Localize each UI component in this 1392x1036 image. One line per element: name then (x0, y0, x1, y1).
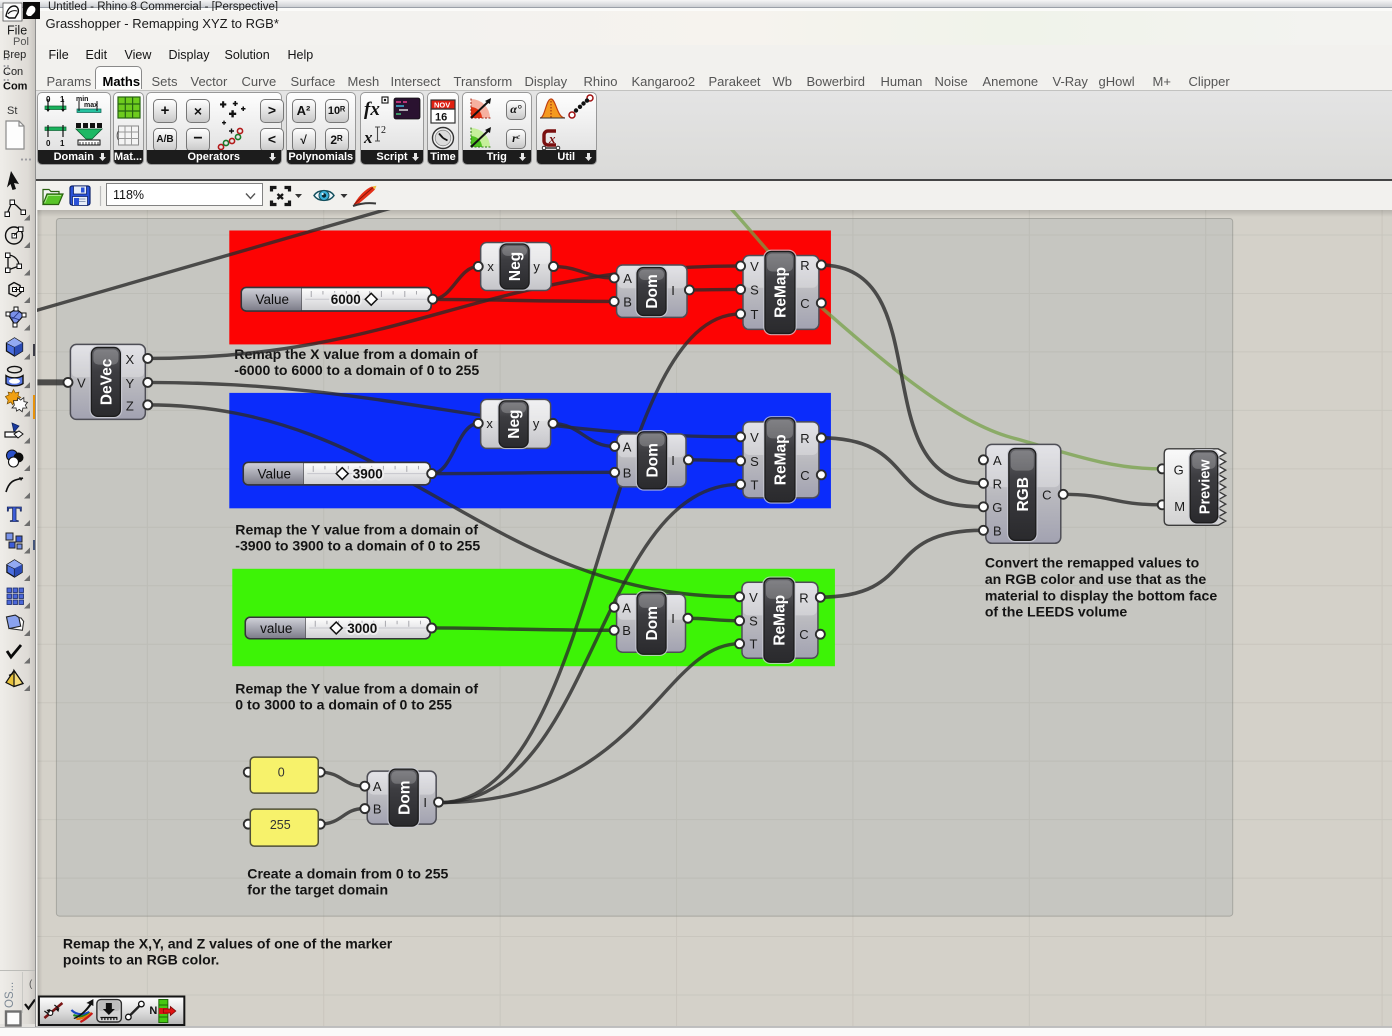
svg-text:I: I (671, 452, 675, 467)
svg-text:B: B (622, 623, 631, 638)
svg-text:-3900 to 3900 to a domain of 0: -3900 to 3900 to a domain of 0 to 255 (235, 537, 480, 553)
svg-text:Value: Value (256, 292, 289, 307)
svg-text:Remap the X,Y, and Z values of: Remap the X,Y, and Z values of one of th… (63, 935, 393, 951)
svg-text:Dom: Dom (644, 274, 661, 308)
svg-text:C: C (800, 295, 809, 310)
svg-text:C: C (1042, 487, 1051, 502)
svg-text:ReMap: ReMap (773, 434, 790, 485)
svg-text:A: A (623, 270, 632, 285)
svg-text:x: x (487, 258, 494, 273)
svg-text:Neg: Neg (507, 251, 524, 280)
svg-text:V: V (749, 589, 758, 604)
svg-text:fx: fx (364, 99, 380, 120)
svg-text:Con: Con (3, 66, 23, 78)
svg-text:V: V (750, 258, 759, 273)
svg-text:I: I (423, 795, 427, 810)
svg-text:1: 1 (60, 139, 65, 148)
svg-text:Preview: Preview (1197, 458, 1213, 513)
svg-text:255: 255 (270, 818, 291, 832)
svg-text:V: V (750, 429, 759, 444)
svg-text:T: T (751, 306, 759, 321)
svg-text:Remap the Y value from a domai: Remap the Y value from a domain of (235, 680, 478, 696)
svg-text:Brep: Brep (3, 49, 26, 61)
svg-text:Remap the Y value from a domai: Remap the Y value from a domain of (235, 521, 478, 537)
svg-text:6000: 6000 (331, 292, 361, 307)
svg-text:T: T (751, 477, 759, 492)
svg-text:(: ( (29, 979, 33, 990)
svg-text:C: C (799, 627, 808, 642)
svg-text:A: A (622, 600, 631, 615)
svg-text:I: I (671, 611, 675, 626)
svg-text:material to display the bottom: material to display the bottom face (985, 587, 1218, 603)
svg-text:R: R (800, 430, 809, 445)
svg-text:Dom: Dom (644, 606, 661, 640)
svg-text:B: B (623, 465, 632, 480)
svg-text:T: T (7, 502, 22, 527)
svg-text:16: 16 (435, 112, 447, 124)
svg-text:points to an RGB color.: points to an RGB color. (63, 951, 219, 967)
svg-text:G: G (992, 499, 1002, 514)
svg-text:3900: 3900 (353, 466, 383, 481)
svg-text:A: A (373, 779, 382, 794)
svg-text:Convert the remapped values to: Convert the remapped values to (985, 554, 1200, 570)
svg-text:R: R (993, 476, 1002, 491)
svg-text:G: G (1174, 462, 1184, 477)
svg-text:Remap the X value from a domai: Remap the X value from a domain of (234, 345, 478, 361)
svg-text:an RGB color and use that as t: an RGB color and use that as the (985, 570, 1207, 586)
svg-text:S: S (749, 613, 758, 628)
svg-text:RGB: RGB (1015, 477, 1032, 511)
svg-text:2: 2 (381, 125, 386, 136)
svg-text:R: R (799, 590, 808, 605)
svg-text:0: 0 (46, 139, 51, 148)
svg-text:Pol: Pol (13, 36, 29, 48)
svg-text:S: S (750, 453, 759, 468)
svg-text:DeVec: DeVec (98, 358, 115, 405)
svg-text:3000: 3000 (347, 620, 377, 635)
svg-text:x: x (486, 415, 493, 430)
svg-text:ReMap: ReMap (773, 267, 790, 318)
svg-text:B: B (993, 523, 1002, 538)
svg-text:Dom: Dom (645, 443, 662, 477)
svg-text:value: value (260, 620, 292, 635)
svg-text:OS...: OS... (4, 982, 16, 1008)
svg-text:Neg: Neg (506, 409, 523, 438)
svg-text:T: T (750, 636, 758, 651)
svg-text:S: S (750, 282, 759, 297)
svg-text:X: X (126, 351, 135, 366)
svg-text:Com: Com (3, 81, 28, 93)
svg-text:C: C (800, 467, 809, 482)
svg-text:M: M (1174, 498, 1185, 513)
svg-text:B: B (373, 801, 382, 816)
svg-text:0 to 3000 to a domain of 0 to: 0 to 3000 to a domain of 0 to 255 (235, 696, 452, 712)
svg-text:I: I (671, 282, 675, 297)
svg-text:0: 0 (278, 765, 285, 779)
svg-text:V: V (77, 375, 86, 390)
svg-text:ReMap: ReMap (772, 594, 789, 645)
svg-text:Create a domain from 0 to 255: Create a domain from 0 to 255 (247, 865, 448, 881)
svg-text:max: max (84, 102, 98, 109)
svg-text:of the LEEDS volume: of the LEEDS volume (985, 603, 1128, 619)
svg-text:Y: Y (126, 375, 135, 390)
svg-text:Z: Z (126, 398, 134, 413)
svg-text:St: St (7, 105, 17, 117)
svg-text:A: A (993, 452, 1002, 467)
svg-text:y: y (533, 258, 540, 273)
svg-text:-6000 to 6000 to a domain of 0: -6000 to 6000 to a domain of 0 to 255 (234, 361, 479, 377)
svg-text:A: A (623, 439, 632, 454)
svg-text:NOV: NOV (434, 101, 450, 110)
svg-text:R: R (800, 257, 809, 272)
svg-text:Value: Value (258, 466, 292, 481)
svg-text:y: y (533, 415, 540, 430)
svg-text:N: N (149, 1005, 157, 1017)
svg-text:x: x (363, 128, 373, 147)
svg-text:B: B (623, 294, 632, 309)
svg-text:for the target domain: for the target domain (247, 881, 388, 897)
svg-text:Dom: Dom (396, 780, 413, 814)
svg-text:x: x (548, 131, 556, 146)
